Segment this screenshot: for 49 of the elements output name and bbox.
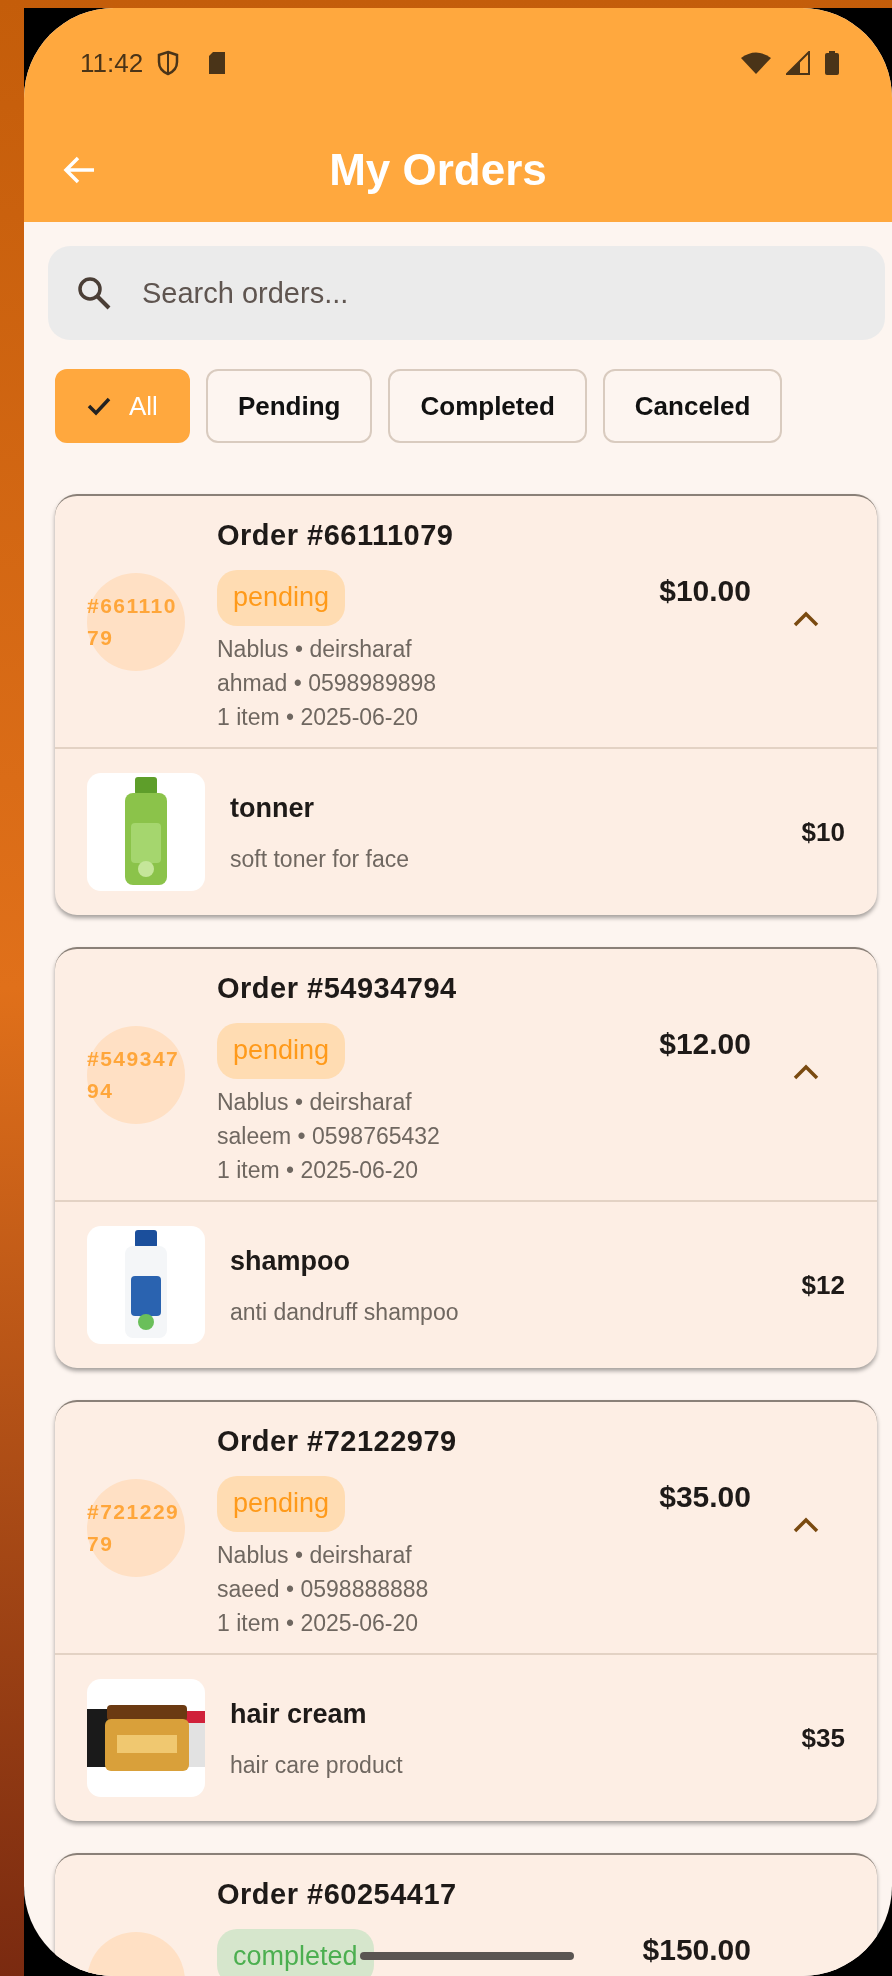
item-name: shampoo: [230, 1244, 351, 1278]
order-summary: 1 item • 2025-06-20: [217, 1155, 420, 1185]
order-contact: saleem • 0598765432: [217, 1121, 441, 1151]
filter-chip[interactable]: Canceled: [602, 369, 783, 443]
shield-icon: [157, 50, 180, 76]
order-title: Order #66111079: [217, 518, 454, 553]
check-icon: [87, 396, 111, 416]
status-badge: pending: [217, 1475, 346, 1532]
chevron-up-icon[interactable]: [793, 1064, 819, 1080]
chevron-up-icon[interactable]: [793, 1517, 819, 1533]
order-contact: ahmad • 0598989898: [217, 668, 438, 698]
order-avatar: #66111079: [87, 572, 185, 671]
item-price: $12: [801, 1268, 845, 1302]
order-avatar: #54934794: [87, 1025, 185, 1124]
status-time: 11:42: [80, 46, 144, 80]
order-total: $10.00: [659, 573, 751, 609]
wifi-icon: [740, 51, 772, 75]
sd-card-icon: [207, 51, 228, 75]
status-badge: pending: [217, 569, 346, 626]
order-contact: saeed • 0598888888: [217, 1574, 430, 1604]
item-name: hair cream: [230, 1697, 368, 1731]
order-location: Nablus • deirsharaf: [217, 634, 413, 664]
filter-chip[interactable]: Completed: [388, 369, 587, 443]
order-summary: 1 item • 2025-06-20: [217, 702, 420, 732]
order-total: $150.00: [642, 1932, 751, 1968]
filter-chip[interactable]: Pending: [205, 369, 373, 443]
search-field[interactable]: Search orders...: [48, 246, 885, 340]
search-icon: [76, 275, 112, 311]
item-price: $10: [801, 815, 845, 849]
order-summary: 1 item • 2025-06-20: [217, 1608, 420, 1638]
order-location: Nablus • deirsharaf: [217, 1087, 413, 1117]
signal-icon: [786, 51, 810, 75]
order-title: Order #72122979: [217, 1424, 457, 1459]
item-price: $35: [801, 1721, 845, 1755]
page-title: My Orders: [329, 144, 547, 196]
order-avatar: #72122979: [87, 1478, 185, 1577]
order-title: Order #54934794: [217, 971, 457, 1006]
order-total: $12.00: [659, 1026, 751, 1062]
order-total: $35.00: [659, 1479, 751, 1515]
battery-icon: [824, 50, 840, 76]
item-description: soft toner for face: [230, 845, 410, 874]
status-badge: completed: [217, 1928, 374, 1976]
chevron-up-icon[interactable]: [793, 611, 819, 627]
item-description: hair care product: [230, 1751, 404, 1780]
item-description: anti dandruff shampoo: [230, 1298, 460, 1327]
item-name: tonner: [230, 791, 315, 825]
status-badge: pending: [217, 1022, 346, 1079]
order-location: Nablus • deirsharaf: [217, 1540, 413, 1570]
order-title: Order #60254417: [217, 1877, 457, 1912]
